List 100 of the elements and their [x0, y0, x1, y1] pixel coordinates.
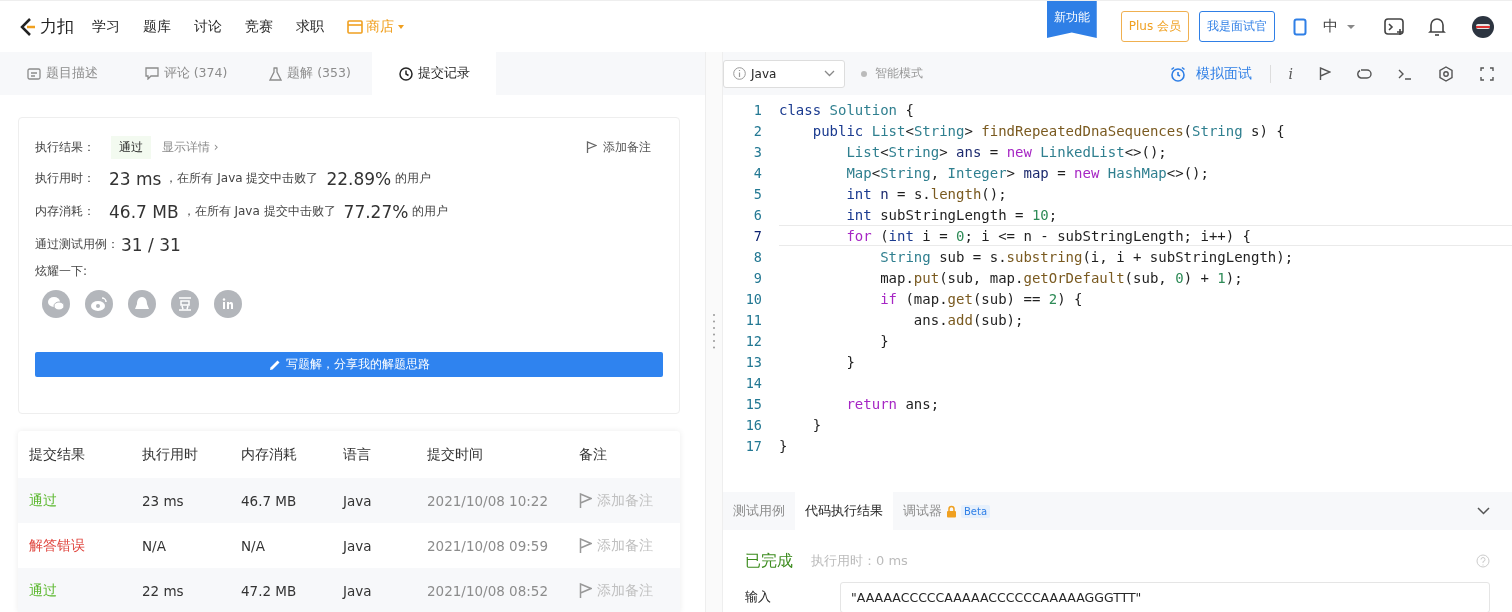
clock-icon	[398, 66, 413, 81]
column-header: 内存消耗	[241, 445, 298, 464]
table-cell-text: 2021/10/08 10:22	[427, 492, 549, 509]
info-button[interactable]: i	[1288, 65, 1293, 82]
table-cell-text: Java	[343, 582, 373, 599]
flag-icon	[579, 537, 592, 554]
line-number: 14	[744, 374, 762, 391]
code-line: return ans;	[845, 395, 940, 412]
write-solution-button[interactable]: 写题解，分享我的解题思路	[35, 352, 663, 377]
code-line: int subStringLength = 10;	[845, 206, 1058, 223]
flask-icon	[269, 66, 283, 81]
code-line: map.put(sub, map.getOrDefault(sub, 0) + 1);	[879, 269, 1243, 286]
console-icon[interactable]	[1398, 67, 1412, 80]
nav-link[interactable]: 求职	[296, 17, 324, 36]
language-text[interactable]: 中	[1323, 17, 1338, 36]
code-line: ans.add(sub);	[912, 311, 1024, 328]
weibo-icon[interactable]	[85, 290, 113, 318]
input-field[interactable]: "AAAAACCCCCAAAAACCCCCCAAAAAGGGTTT"	[840, 581, 1490, 612]
terminal-icon[interactable]	[1384, 17, 1406, 36]
table-cell-text: 23 ms	[142, 492, 185, 509]
column-header: 执行用时	[142, 445, 199, 464]
avatar[interactable]	[1472, 15, 1494, 38]
nav-link[interactable]: 学习	[92, 17, 120, 36]
result-link[interactable]: 通过	[18, 581, 142, 600]
bell-icon[interactable]	[1428, 16, 1446, 37]
runtime-text: 执行用时：0 ms	[811, 552, 908, 570]
status-badge: 通过	[111, 135, 151, 159]
beta-badge: Beta	[961, 504, 991, 518]
code-line: }	[879, 332, 889, 349]
fullscreen-icon[interactable]	[1480, 66, 1494, 81]
details-link[interactable]: 显示详情 ›	[162, 138, 219, 156]
table-cell-text: 22 ms	[142, 582, 185, 599]
nav-link[interactable]: 讨论	[194, 17, 222, 36]
status-text: 已完成	[745, 550, 793, 572]
column-header: 提交结果	[28, 445, 86, 464]
runtime-text: ，在所有 Java 提交中击败了	[165, 170, 319, 187]
line-number: 15	[744, 395, 762, 412]
table-cell-text: Java	[343, 537, 373, 554]
input-label: 输入	[745, 588, 772, 606]
code-line: }	[845, 353, 855, 370]
column-header: 提交时间	[427, 445, 484, 464]
console-tab[interactable]: 代码执行结果	[795, 492, 893, 530]
plus-member-button[interactable]: Plus 会员	[1120, 11, 1189, 42]
column-header: 语言	[343, 445, 372, 464]
language-select[interactable]: Java	[723, 59, 845, 88]
interviewer-button[interactable]: 我是面试官	[1199, 11, 1275, 42]
console-tab[interactable]: 调试器 Beta	[893, 492, 1001, 530]
line-number: 10	[744, 290, 762, 307]
code-line: }	[779, 437, 788, 454]
line-number: 16	[744, 416, 762, 433]
table-cell-text: Java	[343, 492, 373, 509]
line-number: 12	[744, 332, 762, 349]
flag-icon[interactable]	[1319, 66, 1331, 81]
code-line: String sub = s.substring(i, i + subStringLength);	[879, 248, 1294, 265]
new-feature-ribbon[interactable]: 新功能	[1046, 1, 1097, 38]
shop-icon	[347, 19, 363, 34]
tab[interactable]: 评论 (374)	[124, 52, 248, 95]
lock-icon	[946, 504, 957, 518]
settings-icon[interactable]	[1438, 65, 1454, 82]
description-icon	[26, 67, 41, 80]
nav-link[interactable]: 竞赛	[245, 17, 273, 36]
wechat-icon[interactable]	[42, 290, 70, 318]
line-number: 2	[752, 122, 762, 139]
tab[interactable]: 题目描述	[0, 52, 124, 95]
flag-icon	[579, 582, 592, 599]
line-number: 11	[744, 311, 762, 328]
chevron-down-icon[interactable]	[1477, 507, 1490, 515]
logo-text[interactable]: 力扣	[40, 15, 74, 38]
memory-percent: 77.27%	[343, 201, 409, 222]
tab[interactable]: 题解 (353)	[248, 52, 372, 95]
code-line: Map<String, Integer> map = new HashMap<>();	[845, 164, 1209, 181]
line-number: 6	[752, 206, 762, 223]
result-link[interactable]: 通过	[18, 491, 142, 510]
code-line: public List<String> findRepeatedDnaSequences(String s) {	[811, 122, 1285, 139]
table-cell-text: 2021/10/08 09:59	[427, 537, 549, 554]
line-number: 8	[752, 248, 762, 265]
caret-icon[interactable]	[1346, 23, 1356, 30]
tests-value: 31 / 31	[121, 234, 181, 255]
douban-icon[interactable]	[171, 290, 199, 318]
mock-interview-button[interactable]: 模拟面试	[1169, 64, 1252, 83]
smart-mode-toggle[interactable]: 智能模式	[861, 65, 923, 82]
code-line: int n = s.length();	[845, 185, 1007, 202]
linkedin-icon[interactable]	[214, 290, 242, 318]
flag-icon	[586, 140, 597, 154]
nav-link[interactable]: 题库	[143, 17, 171, 36]
logo-icon	[18, 15, 38, 38]
share-label: 炫耀一下:	[35, 263, 89, 280]
dot-icon	[861, 70, 867, 77]
code-line: }	[811, 416, 822, 433]
code-line: List<String> ans = new LinkedList<>();	[845, 143, 1167, 160]
comment-icon	[144, 67, 159, 80]
console-tab[interactable]: 测试用例	[723, 492, 795, 530]
label: 内存消耗：	[35, 203, 96, 220]
add-note-button[interactable]: 添加备注	[586, 138, 651, 156]
table-cell-text: 2021/10/08 08:52	[427, 582, 549, 599]
tab[interactable]: 提交记录	[372, 52, 496, 95]
caret-icon	[397, 23, 405, 30]
result-link[interactable]: 解答错误	[18, 536, 142, 555]
tablet-icon[interactable]	[1293, 17, 1307, 36]
shop-link[interactable]: 商店	[347, 17, 405, 36]
